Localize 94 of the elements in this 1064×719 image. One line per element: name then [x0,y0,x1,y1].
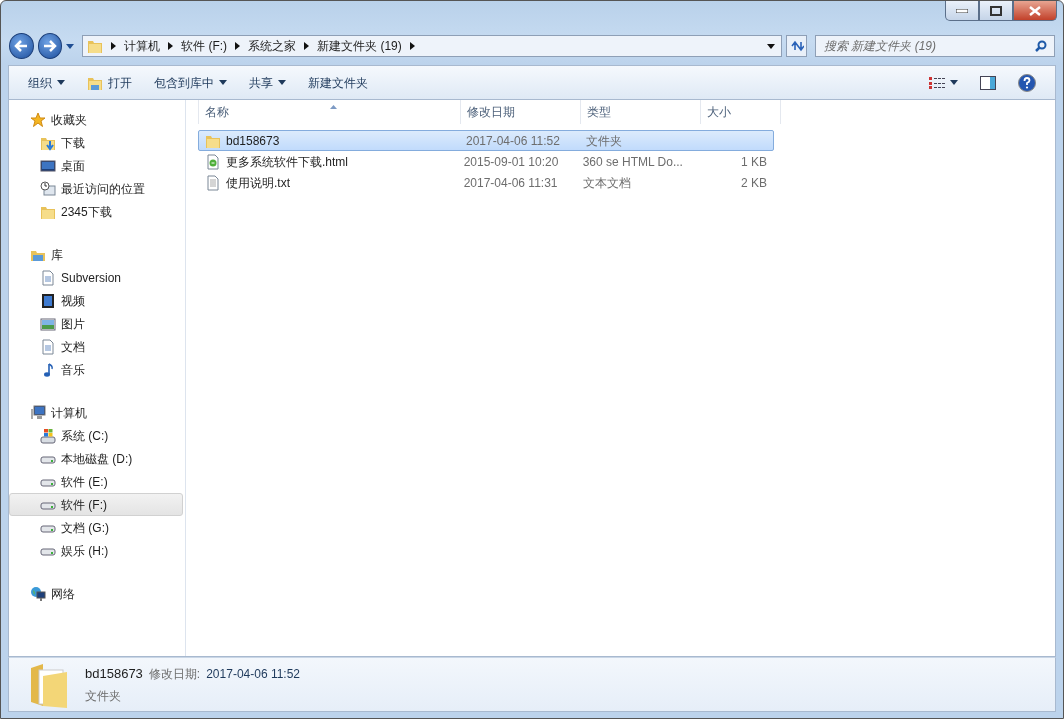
sidebar-item[interactable]: 软件 (E:) [9,470,183,493]
toolbar-button[interactable]: 共享 [240,70,295,95]
sidebar-item[interactable]: 音乐 [9,358,183,381]
back-button[interactable] [9,33,34,59]
sidebar-item[interactable]: 下载 [9,131,183,154]
toolbar-button[interactable]: 打开 [78,70,141,95]
list-view-icon [929,76,945,89]
dropdown-caret-icon [219,80,227,85]
breadcrumb-item[interactable]: 系统之家 [248,37,297,55]
file-row[interactable]: 使用说明.txt 2017-04-06 11:31 文本文档 2 KB [198,172,774,193]
sidebar-group-label[interactable]: 库 [51,245,63,264]
search-icon [1035,40,1047,52]
toolbar-button[interactable]: 包含到库中 [145,70,236,95]
file-row[interactable]: bd158673 2017-04-06 11:52 文件夹 [198,130,774,151]
document-icon [40,269,56,286]
maximize-icon [990,5,1002,16]
details-file-type: 文件夹 [85,687,122,705]
back-arrow-icon [14,40,29,52]
breadcrumb-arrow-icon [409,42,415,50]
help-icon [1018,73,1036,92]
breadcrumb-item[interactable]: 软件 (F:) [181,37,228,55]
file-type: 360 se HTML Do... [581,153,684,171]
sidebar-item[interactable]: 本地磁盘 (D:) [9,447,183,470]
search-field[interactable]: 搜索 新建文件夹 (19) [815,35,1055,57]
system-drive-icon [40,427,56,444]
large-folder-icon [29,661,69,708]
forward-arrow-icon [43,40,58,52]
minimize-button[interactable] [945,1,979,21]
address-dropdown-icon [767,43,776,49]
sidebar-item[interactable]: 图片 [9,312,183,335]
sidebar-group-label[interactable]: 网络 [51,584,75,603]
column-header[interactable]: 名称 [199,100,461,124]
file-name: 更多系统软件下载.html [226,153,348,171]
column-header[interactable]: 大小 [701,100,781,124]
file-date: 2017-04-06 11:52 [465,132,561,150]
file-type: 文本文档 [581,174,632,192]
sidebar-group-label[interactable]: 收藏夹 [51,110,87,129]
document-icon [40,338,56,355]
text-file-icon [205,174,221,191]
sidebar-item[interactable]: 2345下载 [9,200,183,223]
picture-icon [40,315,56,332]
close-icon [1029,5,1041,16]
address-bar[interactable]: 计算机 软件 (F:) 系统之家 新建文件夹 (19) [82,35,783,57]
sidebar-item[interactable]: 文档 (G:) [9,516,183,539]
desktop-icon [40,157,56,174]
computer-icon [30,404,46,421]
dropdown-caret-icon [278,80,286,85]
file-name: 使用说明.txt [226,174,290,192]
sidebar-item[interactable]: 娱乐 (H:) [9,539,183,562]
sidebar-item[interactable]: Subversion [9,266,183,289]
breadcrumb-arrow-icon [235,42,241,50]
sidebar-item[interactable]: 最近访问的位置 [9,177,183,200]
network-icon [30,585,46,602]
forward-button[interactable] [37,33,63,59]
breadcrumb-arrow-icon [111,42,117,50]
sidebar-item[interactable]: 桌面 [9,154,183,177]
column-header[interactable]: 修改日期 [461,100,581,124]
preview-pane-icon [980,75,996,90]
dropdown-caret-icon [57,80,65,85]
video-icon [40,292,56,309]
breadcrumb-arrow-icon [168,42,174,50]
sort-arrow-icon [329,104,337,109]
sidebar-item[interactable]: 文档 [9,335,183,358]
file-type: 文件夹 [585,132,623,150]
details-label: 修改日期: [148,666,201,684]
breadcrumb-item[interactable]: 新建文件夹 (19) [317,37,402,55]
file-row[interactable]: 更多系统软件下载.html 2015-09-01 10:20 360 se HTML Do... 1 KB [198,151,774,172]
column-header[interactable]: 类型 [581,100,701,124]
file-name: bd158673 [226,132,280,150]
toolbar-button[interactable]: 新建文件夹 [299,70,377,95]
close-button[interactable] [1013,1,1057,21]
file-size: 2 KB [740,174,768,192]
file-size: 1 KB [740,153,768,171]
minimize-icon [956,8,968,13]
sidebar-item[interactable]: 系统 (C:) [9,424,183,447]
breadcrumb-arrow-icon [304,42,310,50]
file-date: 2015-09-01 10:20 [462,153,560,171]
refresh-button[interactable] [786,35,807,57]
sidebar-item[interactable]: 视频 [9,289,183,312]
dropdown-caret-icon [950,80,958,85]
history-dropdown-icon[interactable] [66,43,75,49]
recent-places-icon [40,180,56,197]
sidebar-item[interactable]: 软件 (F:) [9,493,183,516]
star-icon [30,111,46,128]
file-date: 2017-04-06 11:31 [462,174,559,192]
sidebar-group-label[interactable]: 计算机 [51,403,87,422]
refresh-icon [789,40,804,52]
web-page-icon [205,153,221,170]
details-file-name: bd158673 [85,665,143,684]
folder-icon [87,38,104,54]
breadcrumb-item[interactable]: 计算机 [124,37,161,55]
maximize-button[interactable] [979,1,1013,21]
details-date: 2017-04-06 11:52 [206,666,301,684]
toolbar-button[interactable]: 组织 [19,70,74,95]
